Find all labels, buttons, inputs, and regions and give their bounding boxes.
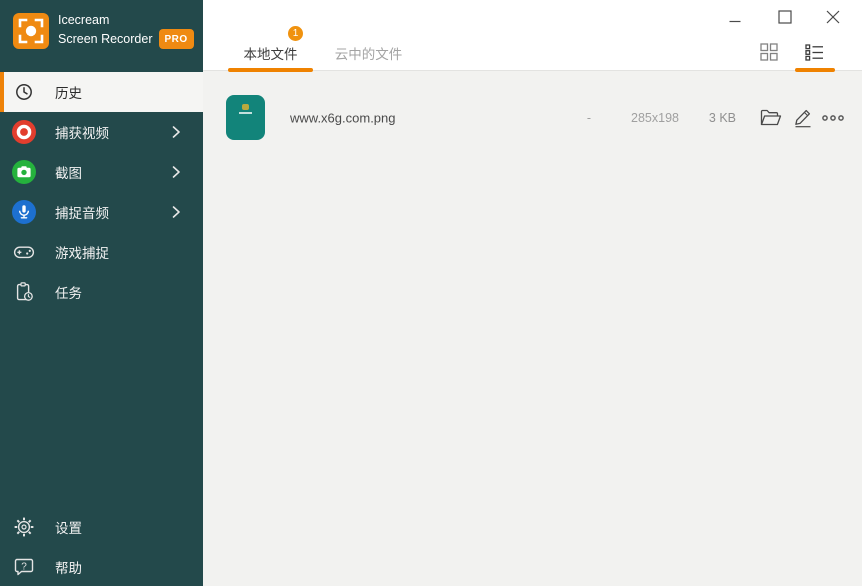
minimize-button[interactable] <box>719 4 751 30</box>
app-title-line2: Screen Recorder <box>58 31 153 48</box>
sidebar-menu: 历史 捕获视频 <box>0 72 203 312</box>
sidebar-item-screenshot[interactable]: 截图 <box>0 152 203 192</box>
sidebar-item-label: 任务 <box>55 282 82 302</box>
sidebar-item-game-capture[interactable]: 游戏捕捉 <box>0 232 203 272</box>
sidebar-item-help[interactable]: ? 帮助 <box>0 547 203 586</box>
file-row[interactable]: www.x6g.com.png - 285x198 3 KB <box>203 95 862 140</box>
clock-icon <box>12 80 36 104</box>
list-view-icon[interactable] <box>801 40 827 64</box>
chevron-right-icon <box>171 165 181 179</box>
active-view-underline <box>795 68 835 72</box>
sidebar-item-label: 捕获视频 <box>55 122 109 142</box>
file-list-panel: www.x6g.com.png - 285x198 3 KB <box>203 72 862 586</box>
close-button[interactable] <box>817 4 849 30</box>
sidebar-item-label: 捕捉音频 <box>55 202 109 222</box>
chevron-right-icon <box>171 205 181 219</box>
sidebar-item-label: 帮助 <box>55 557 82 577</box>
tab-cloud-files[interactable]: 云中的文件 <box>321 40 416 66</box>
svg-text:?: ? <box>21 561 27 572</box>
app-title-line1: Icecream <box>58 12 194 29</box>
file-size: 3 KB <box>709 111 736 125</box>
chevron-right-icon <box>171 125 181 139</box>
gamepad-icon <box>12 240 36 264</box>
microphone-icon <box>12 200 36 224</box>
tasks-icon <box>12 280 36 304</box>
open-folder-icon[interactable] <box>758 105 784 131</box>
active-tab-underline <box>228 68 313 72</box>
app-title: Icecream Screen Recorder PRO <box>58 12 194 49</box>
file-dimensions: 285x198 <box>631 111 679 125</box>
sidebar-item-label: 截图 <box>55 162 82 182</box>
sidebar-item-tasks[interactable]: 任务 <box>0 272 203 312</box>
sidebar: Icecream Screen Recorder PRO 历史 <box>0 0 203 586</box>
file-duration: - <box>587 111 591 125</box>
record-icon <box>12 120 36 144</box>
rename-pencil-icon[interactable] <box>790 105 816 131</box>
sidebar-item-capture-video[interactable]: 捕获视频 <box>0 112 203 152</box>
grid-view-icon[interactable] <box>756 40 782 64</box>
camera-icon <box>12 160 36 184</box>
tab-count-badge: 1 <box>288 26 303 41</box>
thumbnail-preview <box>239 104 252 113</box>
pro-badge: PRO <box>159 29 194 49</box>
sidebar-item-history[interactable]: 历史 <box>0 72 203 112</box>
sidebar-item-label: 游戏捕捉 <box>55 242 109 262</box>
tab-label: 云中的文件 <box>335 43 403 63</box>
help-icon: ? <box>12 555 36 579</box>
gear-icon <box>12 515 36 539</box>
sidebar-footer: 设置 ? 帮助 <box>0 507 203 586</box>
app-brand: Icecream Screen Recorder PRO <box>13 12 194 49</box>
file-name: www.x6g.com.png <box>290 110 396 125</box>
sidebar-item-label: 设置 <box>55 517 82 537</box>
sidebar-item-settings[interactable]: 设置 <box>0 507 203 547</box>
tab-label: 本地文件 <box>244 43 298 63</box>
header: 本地文件 1 云中的文件 <box>203 0 862 71</box>
sidebar-item-capture-audio[interactable]: 捕捉音频 <box>0 192 203 232</box>
sidebar-item-label: 历史 <box>55 82 82 102</box>
maximize-button[interactable] <box>769 4 801 30</box>
app-logo-icon <box>13 13 49 49</box>
tab-local-files[interactable]: 本地文件 <box>228 40 313 66</box>
file-thumbnail <box>226 95 265 140</box>
more-options-icon[interactable] <box>820 105 846 131</box>
